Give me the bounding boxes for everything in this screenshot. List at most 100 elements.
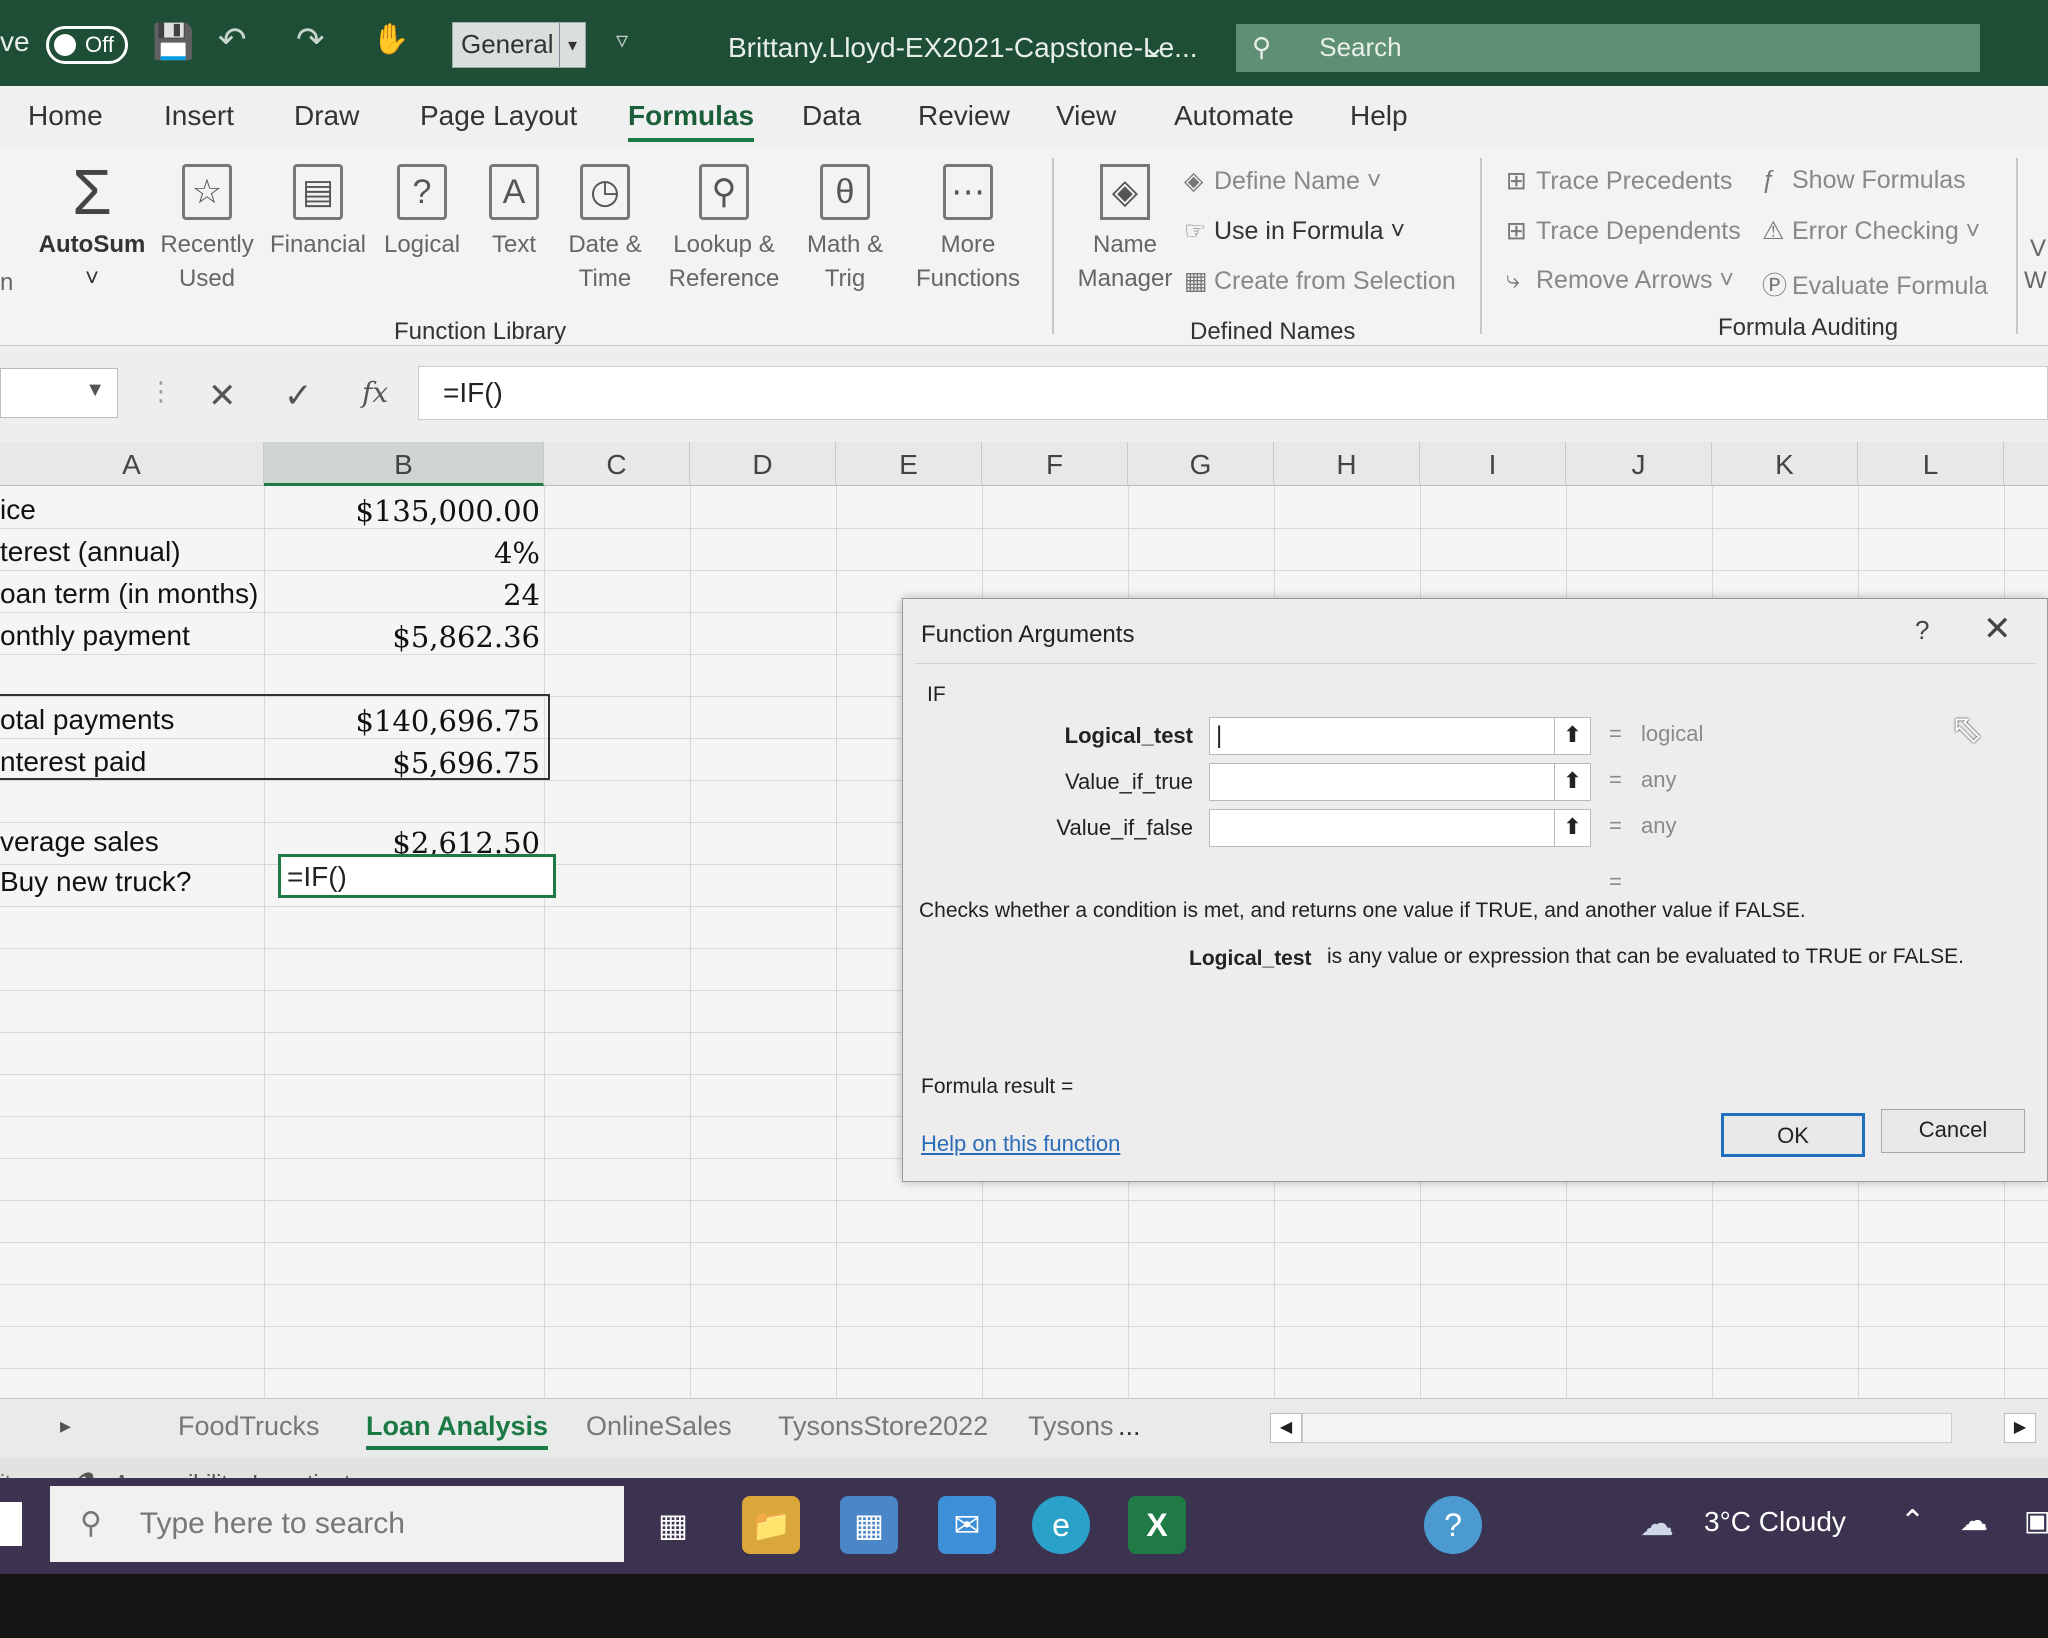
taskbar-search-box[interactable]: ⚲ Type here to search (50, 1486, 624, 1562)
column-header-b[interactable]: B (264, 442, 544, 486)
more-functions-button[interactable]: ⋯ More Functions (900, 164, 1036, 296)
cell-b-value[interactable]: $5,862.36 (264, 620, 540, 654)
cell-b-value[interactable]: $135,000.00 (264, 494, 541, 528)
name-box[interactable]: ▼ (0, 368, 118, 418)
tab-help[interactable]: Help (1350, 100, 1408, 132)
column-header-i[interactable]: I (1420, 442, 1566, 486)
create-from-selection-button[interactable]: ▦ Create from Selection (1184, 266, 1456, 296)
error-checking-button[interactable]: ⚠ Error Checking ˅ (1762, 216, 1980, 246)
help-icon[interactable]: ? (1424, 1496, 1482, 1554)
ok-button[interactable]: OK (1721, 1113, 1865, 1157)
sheet-tab-onlinesales[interactable]: OnlineSales (586, 1411, 732, 1442)
chevron-down-icon[interactable]: ⌄ (1142, 30, 1165, 63)
weather-text[interactable]: 3°C Cloudy (1704, 1506, 1846, 1538)
remove-arrows-button[interactable]: ⤷ Remove Arrows ˅ (1506, 266, 1734, 295)
text-button[interactable]: A Text (476, 164, 552, 262)
mail-icon[interactable]: ✉ (938, 1496, 996, 1554)
tab-review[interactable]: Review (918, 100, 1010, 132)
tab-formulas[interactable]: Formulas (628, 100, 755, 142)
cell-b-value[interactable]: $140,696.75 (264, 704, 541, 738)
search-box[interactable]: ⚲ Search (1236, 24, 1980, 72)
store-icon[interactable]: ▦ (840, 1496, 898, 1554)
enter-formula-icon[interactable]: ✓ (284, 376, 313, 416)
cell-a-label[interactable]: onthly payment (0, 620, 190, 652)
tab-data[interactable]: Data (802, 100, 861, 132)
cancel-button[interactable]: Cancel (1881, 1109, 2025, 1153)
cell-a-label[interactable]: otal payments (0, 704, 174, 736)
column-header-e[interactable]: E (836, 442, 982, 486)
chevron-down-icon[interactable]: ▼ (85, 379, 105, 402)
autosave-toggle[interactable]: Off (46, 26, 128, 64)
cell-a-label[interactable]: terest (annual) (0, 536, 181, 568)
tab-draw[interactable]: Draw (294, 100, 359, 132)
financial-button[interactable]: ▤ Financial (266, 164, 370, 262)
windows-start-icon[interactable] (0, 1502, 22, 1546)
insert-function-icon[interactable]: fx (362, 376, 388, 409)
onedrive-icon[interactable]: ☁ (1960, 1504, 1988, 1537)
display-icon[interactable]: ▣ (2024, 1504, 2048, 1537)
logical-test-input[interactable]: | ⬆ (1209, 717, 1591, 755)
horizontal-scrollbar[interactable] (1302, 1413, 1952, 1443)
value-if-true-input[interactable]: ⬆ (1209, 763, 1591, 801)
column-header-f[interactable]: F (982, 442, 1128, 486)
tab-insert[interactable]: Insert (164, 100, 234, 132)
chevron-up-icon[interactable]: ⌃ (1900, 1504, 1925, 1539)
cell-a-label[interactable]: Buy new truck? (0, 866, 191, 898)
sheet-tab-foodtrucks[interactable]: FoodTrucks (178, 1411, 320, 1442)
trace-precedents-button[interactable]: ⊞ Trace Precedents (1506, 166, 1732, 196)
autosum-button[interactable]: Σ AutoSum ˅ (36, 160, 148, 296)
cell-b-value[interactable]: $5,696.75 (264, 746, 540, 780)
show-formulas-button[interactable]: ƒ Show Formulas (1762, 166, 1966, 195)
column-header-k[interactable]: K (1712, 442, 1858, 486)
name-manager-button[interactable]: ◈ Name Manager (1070, 164, 1180, 296)
sheet-tab-tysonsstore2022[interactable]: TysonsStore2022 (778, 1411, 988, 1442)
collapse-dialog-icon[interactable]: ⬆ (1554, 717, 1590, 755)
edge-browser-icon[interactable]: e (1032, 1496, 1090, 1554)
cell-b-value[interactable]: 24 (264, 578, 540, 612)
column-header-c[interactable]: C (544, 442, 690, 486)
drag-handle-icon[interactable]: ⋮ (148, 376, 174, 407)
date-time-button[interactable]: ◷ Date & Time (560, 164, 650, 296)
logical-button[interactable]: ? Logical (380, 164, 464, 262)
number-format-select[interactable]: General ▾ (452, 22, 586, 68)
save-icon[interactable]: 💾 (152, 22, 194, 62)
file-explorer-icon[interactable]: 📁 (742, 1496, 800, 1554)
formula-input[interactable]: =IF() (418, 366, 2048, 420)
define-name-button[interactable]: ◈ Define Name ˅ (1184, 166, 1381, 196)
more-sheets-button[interactable]: ... (1118, 1411, 1141, 1442)
tab-view[interactable]: View (1056, 100, 1116, 132)
cell-a-label[interactable]: ice (0, 494, 36, 526)
column-header-a[interactable]: A (0, 442, 264, 486)
use-in-formula-button[interactable]: ☞ Use in Formula ˅ (1184, 216, 1405, 246)
task-view-icon[interactable]: ▦ (644, 1496, 702, 1554)
cell-b-value[interactable]: 4% (264, 536, 540, 570)
column-header-h[interactable]: H (1274, 442, 1420, 486)
tab-automate[interactable]: Automate (1174, 100, 1294, 132)
value-if-false-input[interactable]: ⬆ (1209, 809, 1591, 847)
recently-used-button[interactable]: ☆ Recently Used (158, 164, 256, 296)
math-trig-button[interactable]: θ Math & Trig (800, 164, 890, 296)
help-button[interactable]: ? (1915, 615, 1929, 646)
sheet-tab-tysons[interactable]: Tysons (1028, 1411, 1114, 1442)
collapse-dialog-icon[interactable]: ⬆ (1554, 763, 1590, 801)
scroll-sheets-icon[interactable]: ▸ (60, 1413, 71, 1439)
sheet-tab-loan-analysis[interactable]: Loan Analysis (366, 1411, 549, 1450)
trace-dependents-button[interactable]: ⊞ Trace Dependents (1506, 216, 1741, 246)
excel-icon[interactable]: X (1128, 1496, 1186, 1554)
cell-a-label[interactable]: oan term (in months) (0, 578, 258, 610)
cancel-formula-icon[interactable]: ✕ (208, 376, 237, 416)
redo-icon[interactable]: ↷ (296, 20, 325, 60)
tab-page-layout[interactable]: Page Layout (420, 100, 577, 132)
active-cell-b[interactable]: =IF() (278, 854, 556, 898)
collapse-dialog-icon[interactable]: ⬆ (1554, 809, 1590, 847)
cell-a-label[interactable]: verage sales (0, 826, 159, 858)
undo-icon[interactable]: ↶ (218, 20, 247, 60)
column-header-l[interactable]: L (1858, 442, 2004, 486)
lookup-reference-button[interactable]: ⚲ Lookup & Reference (658, 164, 790, 296)
help-on-function-link[interactable]: Help on this function (921, 1131, 1120, 1157)
chevron-down-icon[interactable]: ▾ (559, 23, 585, 67)
customize-toolbar-icon[interactable]: ▿ (616, 26, 628, 55)
close-icon[interactable]: ✕ (1983, 609, 2012, 649)
file-name[interactable]: Brittany.Lloyd-EX2021-Capstone-Le... (728, 32, 1198, 64)
tab-home[interactable]: Home (28, 100, 103, 132)
